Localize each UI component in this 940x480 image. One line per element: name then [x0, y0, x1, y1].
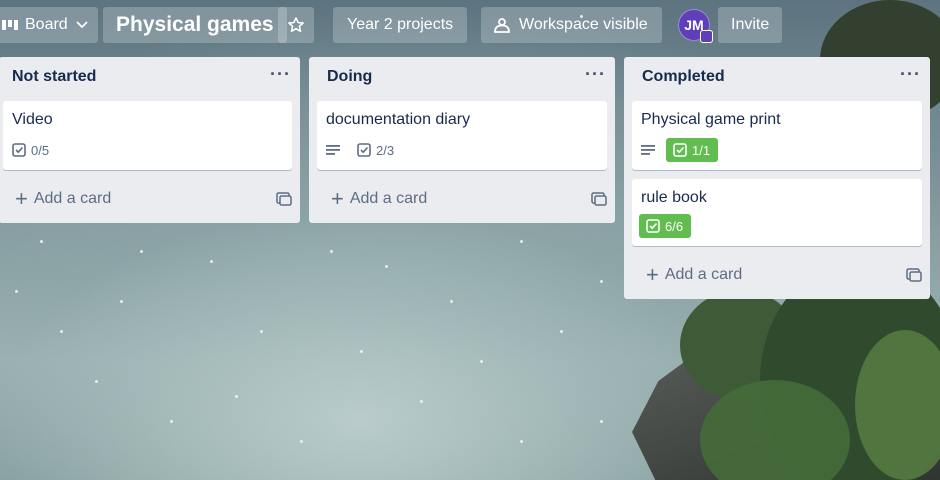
checklist-count: 1/1 — [692, 142, 711, 158]
board-view-label: Board — [25, 16, 68, 33]
checklist-count: 6/6 — [665, 218, 684, 234]
board-icon — [2, 20, 18, 30]
plus-icon: + — [331, 186, 344, 211]
list-completed: Completed ··· Physical game print 1/1 ru… — [624, 57, 930, 299]
list-doing: Doing ··· documentation diary 2/3 + Add … — [309, 57, 615, 223]
description-icon — [641, 145, 655, 155]
checklist-complete-badge: 1/1 — [666, 138, 719, 162]
add-card-button[interactable]: + Add a card — [15, 188, 111, 210]
checklist-icon — [357, 143, 371, 157]
list-header: Completed ··· — [624, 57, 930, 97]
checklist-count: 0/5 — [31, 142, 50, 158]
add-card-button[interactable]: + Add a card — [646, 264, 742, 286]
add-card-label: Add a card — [349, 190, 428, 207]
list-not-started: Not started ··· Video 0/5 + Add a card — [0, 57, 300, 223]
visibility-button[interactable]: Workspace visible — [481, 7, 662, 43]
checklist-badge: 2/3 — [357, 143, 394, 158]
create-from-template-icon[interactable] — [276, 192, 292, 206]
create-from-template-icon[interactable] — [906, 268, 922, 282]
description-badge — [641, 144, 660, 156]
card-badges: 1/1 — [641, 138, 914, 162]
add-card-button[interactable]: + Add a card — [331, 188, 427, 210]
card-title: documentation diary — [326, 111, 471, 128]
list-header: Doing ··· — [309, 57, 615, 97]
description-icon — [326, 145, 340, 155]
plus-icon: + — [15, 186, 28, 211]
card-badges: 0/5 — [12, 138, 284, 162]
board-view-switcher[interactable]: Board — [0, 7, 98, 43]
card[interactable]: rule book 6/6 — [632, 179, 922, 246]
workspace-button[interactable]: Year 2 projects — [333, 7, 468, 43]
list-menu-button[interactable]: ··· — [900, 64, 921, 91]
member-avatar[interactable]: JM — [678, 9, 713, 43]
checklist-complete-badge: 6/6 — [639, 214, 692, 238]
invite-button[interactable]: Invite — [718, 7, 783, 43]
checklist-badge: 0/5 — [12, 143, 49, 158]
list-header: Not started ··· — [0, 57, 300, 97]
list-menu-button[interactable]: ··· — [270, 64, 291, 91]
list-title[interactable]: Not started — [12, 68, 96, 86]
checklist-icon — [12, 143, 26, 157]
card-title: Video — [12, 111, 53, 128]
workspace-visibility-icon — [494, 18, 510, 33]
list-title[interactable]: Completed — [642, 68, 725, 86]
description-badge — [326, 144, 345, 156]
checklist-icon — [673, 143, 687, 157]
card-title: Physical game print — [641, 111, 781, 128]
card[interactable]: documentation diary 2/3 — [317, 101, 607, 170]
card[interactable]: Video 0/5 — [3, 101, 292, 170]
create-from-template-icon[interactable] — [591, 192, 607, 206]
add-card-row: + Add a card — [309, 175, 615, 223]
admin-badge-icon — [700, 30, 713, 43]
card-title: rule book — [641, 189, 707, 206]
checklist-count: 2/3 — [376, 142, 395, 158]
star-board-button[interactable] — [278, 7, 314, 43]
list-menu-button[interactable]: ··· — [585, 64, 606, 91]
checklist-icon — [646, 219, 660, 233]
card-badges: 2/3 — [326, 138, 599, 162]
list-title[interactable]: Doing — [327, 68, 372, 86]
card-badges: 6/6 — [639, 214, 914, 238]
plus-icon: + — [646, 262, 659, 287]
add-card-label: Add a card — [664, 266, 743, 283]
add-card-row: + Add a card — [624, 251, 930, 299]
board-title[interactable]: Physical games — [103, 7, 287, 43]
add-card-row: + Add a card — [0, 175, 300, 223]
add-card-label: Add a card — [33, 190, 112, 207]
card[interactable]: Physical game print 1/1 — [632, 101, 922, 170]
star-icon — [288, 17, 304, 33]
visibility-label: Workspace visible — [519, 16, 648, 33]
chevron-down-icon — [76, 21, 88, 29]
